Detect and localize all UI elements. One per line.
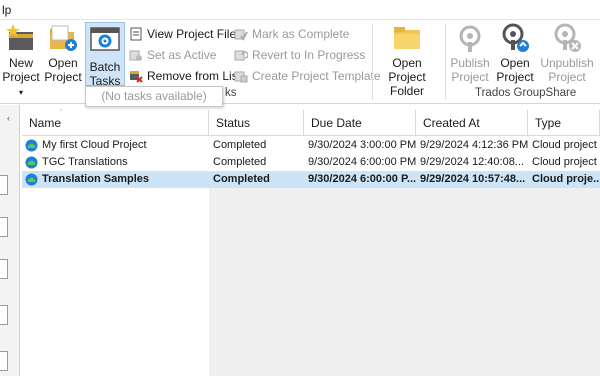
column-header-type[interactable]: Type [528, 110, 600, 136]
navigation-pane: ‹ [0, 105, 20, 376]
create-project-template-button[interactable]: Create Project Template [234, 66, 381, 86]
project-due-date: 9/30/2024 3:00:00 PM [308, 139, 416, 151]
open-project-button[interactable]: Open Project [44, 22, 82, 84]
project-type: Cloud project [532, 139, 597, 151]
folder-icon [391, 22, 423, 54]
revert-to-in-progress-button[interactable]: Revert to In Progress [234, 45, 365, 65]
mark-as-complete-label: Mark as Complete [252, 27, 350, 41]
publish-project-button[interactable]: Publish Project [448, 22, 492, 84]
sort-arrow-icon: ˆ [60, 110, 63, 117]
new-project-label-2: Project [2, 70, 40, 84]
group-label-groupshare: Trados GroupShare [475, 87, 577, 99]
project-status: Completed [213, 156, 267, 168]
column-header-name[interactable]: ˆ Name [22, 110, 209, 136]
remove-from-list-button[interactable]: Remove from List [129, 66, 241, 86]
mark-as-complete-button[interactable]: Mark as Complete [234, 24, 349, 44]
batch-tasks-icon [89, 26, 121, 58]
unpublish-project-button[interactable]: Unpublish Project [538, 22, 596, 84]
group-label-tasks: ks [225, 87, 237, 99]
unpublish-icon [551, 22, 583, 54]
unpublish-project-label-2: Project [548, 70, 586, 84]
collapse-chevron-icon[interactable]: ‹ [7, 113, 10, 123]
pane-stub [0, 217, 8, 237]
menu-help[interactable]: lp [2, 3, 11, 17]
chevron-down-icon: ▾ [18, 88, 23, 97]
dropdown-empty-text: (No tasks available) [101, 89, 207, 103]
project-created-at: 9/29/2024 4:12:36 PM [420, 139, 528, 151]
project-name: TGC Translations [42, 156, 128, 168]
cloud-project-icon [25, 173, 38, 186]
table-row-selected[interactable]: Translation Samples Completed 9/30/2024 … [22, 171, 600, 188]
open-project-label-2: Project [44, 70, 82, 84]
publish-project-label-2: Project [451, 70, 489, 84]
batch-tasks-label-1: Batch [89, 60, 121, 74]
set-as-active-label: Set as Active [147, 48, 217, 62]
batch-tasks-dropdown: (No tasks available) [85, 86, 223, 107]
project-name: My first Cloud Project [42, 139, 147, 151]
pane-stub [0, 175, 8, 195]
pane-stub [0, 305, 8, 325]
groupshare-open-project-label-2: Project [496, 70, 534, 84]
table-row[interactable]: My first Cloud Project Completed 9/30/20… [22, 137, 600, 154]
view-project-files-button[interactable]: View Project Files [129, 24, 242, 44]
open-project-label-1: Open [48, 56, 78, 70]
project-created-at: 9/29/2024 10:57:48... [420, 173, 526, 185]
remove-icon [129, 69, 144, 83]
pane-stub [0, 259, 8, 279]
new-project-button[interactable]: New Project ▾ [0, 22, 42, 100]
project-type: Cloud proje... [532, 173, 600, 185]
new-project-label-1: New [8, 56, 33, 70]
new-project-icon [5, 22, 37, 54]
project-due-date: 9/30/2024 6:00:00 P... [308, 173, 416, 185]
column-header-created-at[interactable]: Created At [416, 110, 528, 136]
column-header-due-date[interactable]: Due Date [304, 110, 416, 136]
publish-project-label-1: Publish [450, 56, 490, 70]
project-due-date: 9/30/2024 6:00:00 PM [308, 156, 416, 168]
revert-icon [234, 48, 249, 62]
column-header-status[interactable]: Status [209, 110, 304, 136]
set-as-active-button[interactable]: Set as Active [129, 45, 216, 65]
open-project-folder-label-2: Folder [389, 84, 424, 98]
menu-bar: lp [0, 0, 600, 20]
document-icon [129, 27, 144, 41]
project-status: Completed [213, 173, 270, 185]
open-project-folder-button[interactable]: Open Project Folder [372, 22, 442, 98]
template-icon [234, 69, 249, 83]
revert-to-in-progress-label: Revert to In Progress [252, 48, 366, 62]
ribbon-separator [445, 24, 446, 100]
remove-from-list-label: Remove from List [147, 69, 242, 83]
groupshare-open-project-button[interactable]: Open Project [494, 22, 536, 84]
batch-tasks-button[interactable]: Batch Tasks ▾ [85, 22, 125, 101]
groupshare-open-project-label-1: Open [500, 56, 530, 70]
view-project-files-label: View Project Files [147, 27, 243, 41]
project-type: Cloud project [532, 156, 597, 168]
publish-icon [454, 22, 486, 54]
project-status: Completed [213, 139, 267, 151]
table-row[interactable]: TGC Translations Completed 9/30/2024 6:0… [22, 154, 600, 171]
cloud-project-icon [25, 139, 38, 152]
checkmark-icon [234, 27, 249, 41]
open-project-icon [47, 22, 79, 54]
set-active-icon [129, 48, 144, 62]
project-name: Translation Samples [42, 173, 149, 185]
projects-grid: ˆ Name Status Due Date Created At Type M… [22, 110, 600, 376]
grid-empty-area [209, 188, 600, 376]
unpublish-project-label-1: Unpublish [540, 56, 594, 70]
project-created-at: 9/29/2024 12:40:08... [420, 156, 524, 168]
open-project-folder-label-1: Open Project [388, 56, 426, 84]
groupshare-open-icon [499, 22, 531, 54]
pane-stub [0, 351, 8, 371]
create-project-template-label: Create Project Template [252, 69, 381, 83]
cloud-project-icon [25, 156, 38, 169]
